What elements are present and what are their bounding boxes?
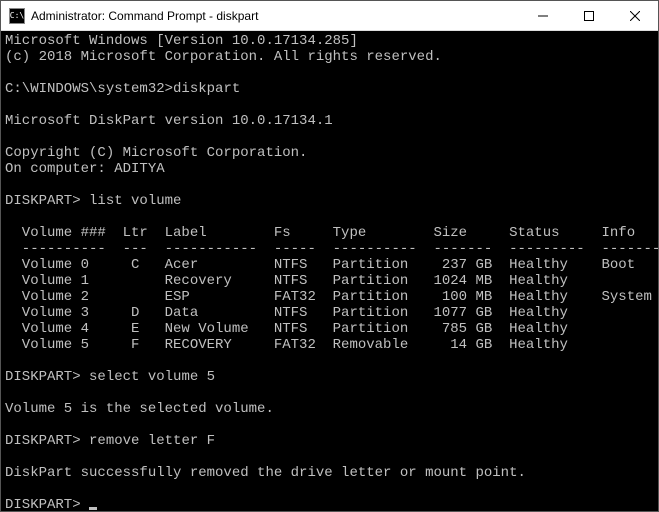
maximize-icon <box>584 11 594 21</box>
cmd-diskpart: diskpart <box>173 81 240 97</box>
table-row: Volume 2 ESP FAT32 Partition 100 MB Heal… <box>5 289 652 305</box>
table-row: Volume 0 C Acer NTFS Partition 237 GB He… <box>5 257 635 273</box>
prompt-diskpart: DISKPART> <box>5 497 81 511</box>
msg-letter-removed: DiskPart successfully removed the drive … <box>5 465 526 481</box>
cmd-remove-letter: remove letter F <box>81 433 215 449</box>
cmd-icon: C:\ <box>9 8 25 24</box>
minimize-icon <box>538 11 548 21</box>
computer-name-line: On computer: ADITYA <box>5 161 165 177</box>
table-row: Volume 4 E New Volume NTFS Partition 785… <box>5 321 568 337</box>
command-prompt-window: C:\ Administrator: Command Prompt - disk… <box>0 0 659 512</box>
cursor <box>89 507 97 510</box>
prompt-diskpart: DISKPART> <box>5 433 81 449</box>
table-row: Volume 5 F RECOVERY FAT32 Removable 14 G… <box>5 337 568 353</box>
prompt-diskpart: DISKPART> <box>5 193 81 209</box>
cmd-list-volume: list volume <box>81 193 182 209</box>
prompt-system32: C:\WINDOWS\system32> <box>5 81 173 97</box>
window-title: Administrator: Command Prompt - diskpart <box>31 9 520 23</box>
copyright-line: (c) 2018 Microsoft Corporation. All righ… <box>5 49 442 65</box>
terminal-output[interactable]: Microsoft Windows [Version 10.0.17134.28… <box>1 31 658 511</box>
volume-table-divider: ---------- --- ----------- ----- -------… <box>5 241 658 257</box>
diskpart-version: Microsoft DiskPart version 10.0.17134.1 <box>5 113 333 129</box>
cmd-select-volume: select volume 5 <box>81 369 215 385</box>
table-row: Volume 1 Recovery NTFS Partition 1024 MB… <box>5 273 568 289</box>
table-row: Volume 3 D Data NTFS Partition 1077 GB H… <box>5 305 568 321</box>
volume-table-header: Volume ### Ltr Label Fs Type Size Status… <box>5 225 635 241</box>
titlebar[interactable]: C:\ Administrator: Command Prompt - disk… <box>1 1 658 31</box>
prompt-diskpart: DISKPART> <box>5 369 81 385</box>
os-version-line: Microsoft Windows [Version 10.0.17134.28… <box>5 33 358 49</box>
window-controls <box>520 1 658 31</box>
close-button[interactable] <box>612 1 658 31</box>
msg-volume-selected: Volume 5 is the selected volume. <box>5 401 274 417</box>
close-icon <box>630 11 640 21</box>
maximize-button[interactable] <box>566 1 612 31</box>
minimize-button[interactable] <box>520 1 566 31</box>
diskpart-copyright: Copyright (C) Microsoft Corporation. <box>5 145 307 161</box>
